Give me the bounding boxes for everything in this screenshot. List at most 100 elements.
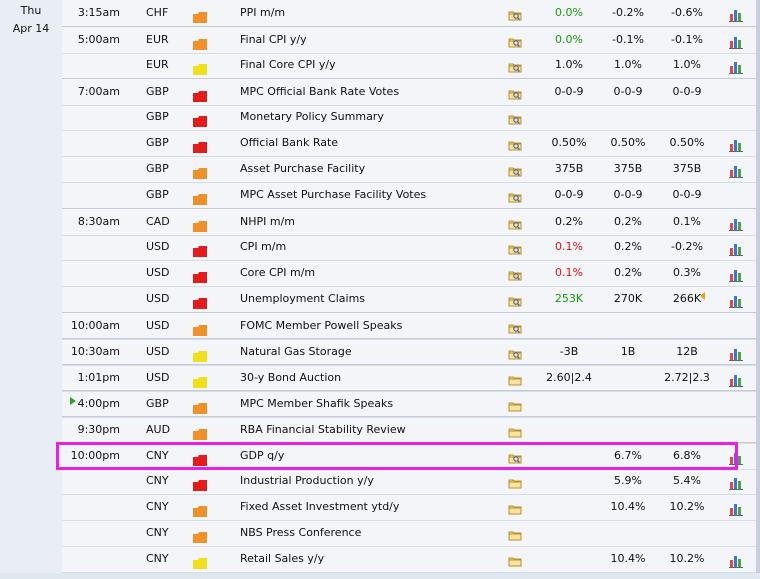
table-row[interactable]: EUR Final Core CPI y/y 1.0% 1.0% 1.0% [62, 52, 760, 79]
table-row[interactable]: GBP MPC Asset Purchase Facility Votes 0-0-… [62, 182, 760, 209]
table-row[interactable]: 10:30am USD Natural Gas Storage -3B 1B 12B [62, 338, 760, 366]
folder-icon[interactable] [508, 371, 523, 386]
table-row[interactable]: CNY Fixed Asset Investment ytd/y 10.4% 10.2… [62, 494, 760, 521]
folder-search-icon[interactable] [508, 215, 523, 230]
event-title[interactable]: FOMC Member Powell Speaks [240, 313, 510, 339]
bar-chart-icon[interactable] [729, 474, 743, 490]
folder-search-icon[interactable] [508, 345, 523, 360]
event-title[interactable]: Natural Gas Storage [240, 339, 510, 365]
table-row[interactable]: 5:00am EUR Final CPI y/y 0.0% -0.1% -0.1% [62, 26, 760, 54]
bar-chart-icon[interactable] [729, 33, 743, 49]
impact-folder-icon [193, 346, 207, 362]
table-row[interactable]: CNY NBS Press Conference [62, 520, 760, 547]
table-row[interactable]: USD Core CPI m/m 0.1% 0.2% 0.3% [62, 260, 760, 287]
folder-search-icon[interactable] [508, 33, 523, 48]
bar-chart-icon[interactable] [729, 345, 743, 361]
table-row[interactable]: CNY Retail Sales y/y 10.4% 10.2% [62, 546, 760, 573]
table-row[interactable]: 9:30pm AUD RBA Financial Stability Review [62, 416, 760, 444]
event-title[interactable]: MPC Official Bank Rate Votes [240, 79, 510, 105]
currency-code: CAD [146, 215, 170, 228]
folder-icon[interactable] [508, 526, 523, 541]
bar-chart-icon[interactable] [729, 292, 743, 308]
folder-search-icon[interactable] [508, 85, 523, 100]
event-title[interactable]: PPI m/m [240, 0, 510, 26]
event-time: 7:00am [77, 85, 120, 98]
folder-search-icon[interactable] [508, 292, 523, 307]
event-title[interactable]: Core CPI m/m [240, 260, 510, 286]
folder-icon[interactable] [508, 397, 523, 412]
bar-chart-icon[interactable] [729, 6, 743, 22]
folder-search-icon[interactable] [508, 110, 523, 125]
folder-search-icon[interactable] [508, 188, 523, 203]
table-row[interactable]: USD Unemployment Claims 253K 270K 266K [62, 286, 760, 313]
table-row[interactable]: 8:30am CAD NHPI m/m 0.2% 0.2% 0.1% [62, 208, 760, 236]
event-title[interactable]: Final Core CPI y/y [240, 52, 510, 78]
table-row[interactable]: 7:00am GBP MPC Official Bank Rate Votes 0-0… [62, 78, 760, 106]
table-row[interactable]: 1:01pm USD 30-y Bond Auction 2.60|2.4 2.72|2… [62, 364, 760, 392]
scrollbar[interactable] [756, 0, 760, 573]
previous-value: 0.50% [669, 136, 705, 149]
currency-code: USD [146, 319, 170, 332]
previous-value: 10.2% [669, 552, 705, 565]
event-time [62, 494, 120, 520]
table-row[interactable]: GBP Asset Purchase Facility 375B 375B 375B [62, 156, 760, 183]
event-title[interactable]: NHPI m/m [240, 209, 510, 235]
event-time [62, 234, 120, 260]
event-title[interactable]: Monetary Policy Summary [240, 104, 510, 130]
table-row[interactable]: 3:15am CHF PPI m/m 0.0% -0.2% -0.6% [62, 0, 760, 27]
bar-chart-icon[interactable] [729, 162, 743, 178]
folder-search-icon[interactable] [508, 136, 523, 151]
event-time: 1:01pm [77, 371, 120, 384]
currency-code: GBP [146, 85, 169, 98]
event-time [62, 520, 120, 546]
table-row[interactable]: CNY Industrial Production y/y 5.9% 5.4% [62, 468, 760, 495]
event-title[interactable]: RBA Financial Stability Review [240, 417, 510, 443]
table-row[interactable]: GBP Monetary Policy Summary [62, 104, 760, 131]
bar-chart-icon[interactable] [729, 215, 743, 231]
folder-search-icon[interactable] [508, 162, 523, 177]
event-time [62, 286, 120, 312]
folder-search-icon[interactable] [508, 6, 523, 21]
folder-icon[interactable] [508, 552, 523, 567]
impact-folder-icon [193, 59, 207, 75]
event-title[interactable]: Retail Sales y/y [240, 546, 510, 572]
impact-folder-icon [193, 424, 207, 440]
currency-code: CNY [146, 526, 169, 539]
table-row[interactable]: GBP Official Bank Rate 0.50% 0.50% 0.50% [62, 130, 760, 157]
bar-chart-icon[interactable] [729, 240, 743, 256]
bar-chart-icon[interactable] [729, 58, 743, 74]
folder-icon[interactable] [508, 500, 523, 515]
event-title[interactable]: 30-y Bond Auction [240, 365, 510, 391]
event-title[interactable]: CPI m/m [240, 234, 510, 260]
previous-value: 0.3% [673, 266, 701, 279]
folder-search-icon[interactable] [508, 58, 523, 73]
previous-value [647, 391, 727, 417]
bar-chart-icon[interactable] [729, 136, 743, 152]
event-title[interactable]: NBS Press Conference [240, 520, 510, 546]
event-title[interactable]: Industrial Production y/y [240, 468, 510, 494]
table-row[interactable]: 4:00pm GBP MPC Member Shafik Speaks [62, 390, 760, 418]
event-time: 5:00am [77, 33, 120, 46]
event-title[interactable]: Asset Purchase Facility [240, 156, 510, 182]
event-title[interactable]: Final CPI y/y [240, 27, 510, 53]
folder-search-icon[interactable] [508, 266, 523, 281]
folder-icon[interactable] [508, 474, 523, 489]
event-time [62, 260, 120, 286]
table-row[interactable]: USD CPI m/m 0.1% 0.2% -0.2% [62, 234, 760, 261]
bar-chart-icon[interactable] [729, 371, 743, 387]
bar-chart-icon[interactable] [729, 500, 743, 516]
event-title[interactable]: MPC Asset Purchase Facility Votes [240, 182, 510, 208]
table-row[interactable]: 10:00am USD FOMC Member Powell Speaks [62, 312, 760, 340]
folder-icon[interactable] [508, 423, 523, 438]
event-time [62, 546, 120, 572]
folder-search-icon[interactable] [508, 319, 523, 334]
play-icon[interactable] [70, 397, 76, 405]
event-title[interactable]: MPC Member Shafik Speaks [240, 391, 510, 417]
event-title[interactable]: Fixed Asset Investment ytd/y [240, 494, 510, 520]
folder-search-icon[interactable] [508, 240, 523, 255]
bar-chart-icon[interactable] [729, 552, 743, 568]
event-title[interactable]: Unemployment Claims [240, 286, 510, 312]
event-title[interactable]: Official Bank Rate [240, 130, 510, 156]
impact-folder-icon [193, 475, 207, 491]
bar-chart-icon[interactable] [729, 266, 743, 282]
